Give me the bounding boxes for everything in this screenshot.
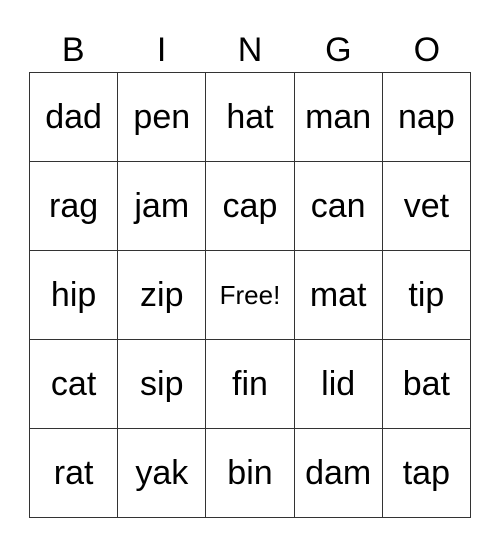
bingo-cell[interactable]: cap <box>205 161 295 251</box>
bingo-row: rag jam cap can vet <box>28 161 472 251</box>
bingo-row: hip zip Free! mat tip <box>28 250 472 340</box>
bingo-cell[interactable]: bat <box>381 339 472 429</box>
bingo-cell[interactable]: yak <box>117 428 207 518</box>
bingo-cell[interactable]: nap <box>381 72 472 162</box>
bingo-grid: dad pen hat man nap rag jam cap can vet hip zip Free… <box>28 72 472 518</box>
header-letter: B <box>61 31 85 69</box>
header-letter: I <box>156 31 167 69</box>
bingo-cell[interactable]: rat <box>28 428 119 518</box>
bingo-cell[interactable]: man <box>293 72 383 162</box>
bingo-cell[interactable]: vet <box>381 161 472 251</box>
header-letter: O <box>413 31 441 69</box>
bingo-cell[interactable]: zip <box>117 250 207 340</box>
bingo-cell[interactable]: cat <box>28 339 119 429</box>
bingo-cell[interactable]: sip <box>117 339 207 429</box>
bingo-cell[interactable]: pen <box>117 72 207 162</box>
bingo-cell[interactable]: tap <box>381 428 472 518</box>
header-letter: N <box>237 31 263 69</box>
bingo-cell[interactable]: hat <box>205 72 295 162</box>
header-letter: G <box>325 31 352 69</box>
bingo-cell[interactable]: dad <box>28 72 119 162</box>
bingo-cell[interactable]: hip <box>28 250 119 340</box>
bingo-cell[interactable]: tip <box>381 250 472 340</box>
free-space-cell[interactable]: Free! <box>205 250 295 340</box>
bingo-cell[interactable]: can <box>293 161 383 251</box>
bingo-cell[interactable]: rag <box>28 161 119 251</box>
bingo-cell[interactable]: mat <box>293 250 383 340</box>
bingo-cell[interactable]: bin <box>205 428 295 518</box>
bingo-row: dad pen hat man nap <box>28 72 472 162</box>
bingo-cell[interactable]: dam <box>293 428 383 518</box>
bingo-cell[interactable]: jam <box>117 161 207 251</box>
bingo-cell[interactable]: lid <box>293 339 383 429</box>
bingo-row: rat yak bin dam tap <box>28 428 472 518</box>
bingo-cell[interactable]: fin <box>205 339 295 429</box>
bingo-header: B I N G O <box>29 30 471 70</box>
bingo-row: cat sip fin lid bat <box>28 339 472 429</box>
